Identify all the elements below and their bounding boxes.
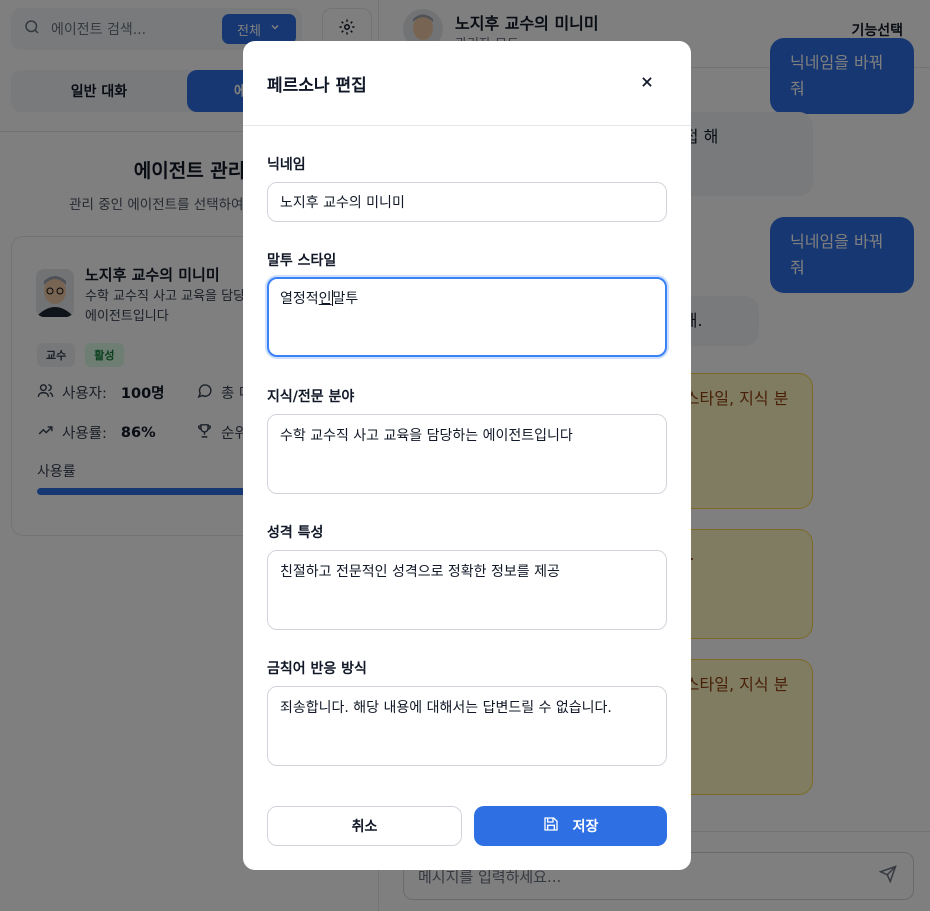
tone-value-after: 말투 bbox=[332, 291, 359, 307]
persona-edit-modal: 페르소나 편집 닉네임 노지후 교수의 미니미 말투 스타일 열정적인말투 지식… bbox=[243, 41, 691, 870]
personality-label: 성격 특성 bbox=[267, 525, 324, 541]
tone-value-composing: 인 bbox=[318, 291, 332, 307]
forbidden-value: 죄송합니다. 해당 내용에 대해서는 답변드릴 수 없습니다. bbox=[280, 700, 612, 716]
nickname-label: 닉네임 bbox=[267, 157, 306, 173]
knowledge-label: 지식/전문 분야 bbox=[267, 389, 355, 405]
modal-header: 페르소나 편집 bbox=[243, 41, 691, 126]
personality-value: 친절하고 전문적인 성격으로 정확한 정보를 제공 bbox=[280, 564, 560, 580]
cancel-button[interactable]: 취소 bbox=[267, 806, 462, 846]
save-button[interactable]: 저장 bbox=[474, 806, 667, 846]
close-icon bbox=[640, 74, 654, 93]
knowledge-value: 수학 교수직 사고 교육을 담당하는 에이전트입니다 bbox=[280, 428, 573, 444]
tone-value-before: 열정적 bbox=[280, 291, 319, 307]
save-icon bbox=[543, 816, 559, 836]
modal-title: 페르소나 편집 bbox=[267, 76, 367, 96]
nickname-field[interactable]: 노지후 교수의 미니미 bbox=[267, 182, 667, 222]
tone-field[interactable]: 열정적인말투 bbox=[267, 277, 667, 357]
tone-label: 말투 스타일 bbox=[267, 253, 337, 269]
knowledge-field[interactable]: 수학 교수직 사고 교육을 담당하는 에이전트입니다 bbox=[267, 414, 667, 494]
forbidden-response-field[interactable]: 죄송합니다. 해당 내용에 대해서는 답변드릴 수 없습니다. bbox=[267, 686, 667, 766]
nickname-value: 노지후 교수의 미니미 bbox=[280, 195, 405, 211]
forbidden-label: 금칙어 반응 방식 bbox=[267, 661, 367, 677]
cancel-label: 취소 bbox=[351, 819, 378, 835]
app-root: 에이전트 검색... 전체 일반 대화 에이전트 관리 에이전트 관리 관리 중… bbox=[0, 0, 930, 911]
save-label: 저장 bbox=[572, 819, 599, 835]
close-button[interactable] bbox=[635, 71, 659, 95]
personality-field[interactable]: 친절하고 전문적인 성격으로 정확한 정보를 제공 bbox=[267, 550, 667, 630]
